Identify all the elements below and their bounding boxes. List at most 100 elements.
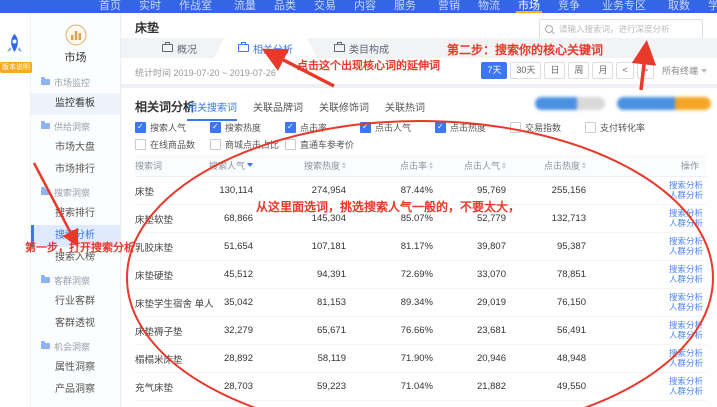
keyword-cell: 床垫软垫 xyxy=(135,212,207,226)
table-row: 乳胶床垫 51,654 107,181 81.17% 39,807 95,387… xyxy=(135,233,707,261)
metric-search-heat[interactable]: 搜索热度 xyxy=(210,121,285,134)
sidebar-group-search-insight[interactable]: 搜索洞察 xyxy=(31,181,120,203)
nav-item-market[interactable]: 市场 xyxy=(509,0,549,13)
actions-cell: 搜索分析人群分析 xyxy=(590,377,707,396)
col-keyword: 搜索词 xyxy=(135,159,207,172)
search-input[interactable] xyxy=(557,23,697,35)
crowd-analysis-link[interactable]: 人群分析 xyxy=(669,247,703,256)
sort-caret-icon xyxy=(582,162,586,169)
sidebar-group-customer-insight[interactable]: 客群洞察 xyxy=(31,269,120,291)
sort-caret-icon xyxy=(247,163,253,167)
metric-mall-click-share[interactable]: 商城点击占比 xyxy=(210,138,285,151)
tab-related-analysis[interactable]: 相关分析 xyxy=(214,38,317,58)
search-heat-cell: 58,119 xyxy=(257,353,350,364)
next-period-button[interactable]: > xyxy=(637,62,654,79)
tab-brand-words[interactable]: 关联品牌词 xyxy=(253,99,303,121)
ctr-cell: 81.17% xyxy=(350,241,437,252)
crowd-analysis-link[interactable]: 人群分析 xyxy=(669,331,703,340)
sort-caret-icon xyxy=(342,162,346,169)
sidebar-item-search-ranking[interactable]: 搜索排行 xyxy=(31,203,120,225)
nav-item-warroom[interactable]: 作战室 xyxy=(170,0,221,13)
blurred-toggle-controls xyxy=(535,97,711,110)
nav-item-competition[interactable]: 竞争 xyxy=(549,0,589,13)
ctr-cell: 71.04% xyxy=(350,381,437,392)
crowd-analysis-link[interactable]: 人群分析 xyxy=(669,275,703,284)
search-analysis-link[interactable]: 搜索分析 xyxy=(669,237,703,246)
crowd-analysis-link[interactable]: 人群分析 xyxy=(669,191,703,200)
nav-item-trade[interactable]: 交易 xyxy=(305,0,345,13)
date-7d-button[interactable]: 7天 xyxy=(481,62,507,79)
crowd-analysis-link[interactable]: 人群分析 xyxy=(669,303,703,312)
col-ctr[interactable]: 点击率 xyxy=(350,159,437,172)
sidebar-group-supply-insight[interactable]: 供给洞察 xyxy=(31,115,120,137)
nav-item-category[interactable]: 品类 xyxy=(265,0,305,13)
nav-item-bizzone[interactable]: 业务专区 xyxy=(593,0,655,13)
toggle-group-1[interactable] xyxy=(535,97,605,110)
col-click-heat[interactable]: 点击热度 xyxy=(510,159,590,172)
search-analysis-link[interactable]: 搜索分析 xyxy=(669,349,703,358)
search-analysis-link[interactable]: 搜索分析 xyxy=(669,321,703,330)
prev-period-button[interactable]: < xyxy=(616,62,633,79)
sidebar-item-market-ranking[interactable]: 市场排行 xyxy=(31,159,120,181)
sidebar-item-search-entry[interactable]: 搜索入榜 xyxy=(31,247,120,269)
tab-category-composition[interactable]: 类目构成 xyxy=(317,38,406,58)
page-title: 床垫 xyxy=(135,19,159,36)
search-analysis-link[interactable]: 搜索分析 xyxy=(669,181,703,190)
col-search-popularity[interactable]: 搜索人气 xyxy=(207,159,257,172)
metric-online-items[interactable]: 在线商品数 xyxy=(135,138,210,151)
crowd-analysis-link[interactable]: 人群分析 xyxy=(669,219,703,228)
metric-click-heat[interactable]: 点击热度 xyxy=(435,121,510,134)
date-30d-button[interactable]: 30天 xyxy=(510,62,541,79)
sidebar-item-product-insight[interactable]: 产品洞察 xyxy=(31,379,120,401)
tab-overview[interactable]: 概况 xyxy=(145,38,214,58)
metric-trade-index[interactable]: 交易指数 xyxy=(510,121,585,134)
nav-item-academy[interactable]: 学院 xyxy=(699,0,717,13)
checkbox-icon xyxy=(285,139,296,150)
search-analysis-link[interactable]: 搜索分析 xyxy=(669,209,703,218)
terminal-filter-dropdown[interactable]: 所有终端 xyxy=(662,64,707,77)
click-heat-cell: 49,550 xyxy=(510,381,590,392)
metric-ztc-ref-price[interactable]: 直通车参考价 xyxy=(285,138,360,151)
nav-item-service[interactable]: 服务 xyxy=(385,0,425,13)
date-week-button[interactable]: 周 xyxy=(568,62,589,79)
search-pop-cell: 130,114 xyxy=(207,185,257,196)
nav-item-realtime[interactable]: 实时 xyxy=(130,0,170,13)
nav-item-data[interactable]: 取数 xyxy=(659,0,699,13)
search-pop-cell: 28,703 xyxy=(207,381,257,392)
crowd-analysis-link[interactable]: 人群分析 xyxy=(669,387,703,396)
tab-hot-words[interactable]: 关联热词 xyxy=(385,99,425,121)
tab-related-search-words[interactable]: 相关搜索词 xyxy=(187,99,237,121)
sidebar-item-industry-customers[interactable]: 行业客群 xyxy=(31,291,120,313)
date-month-button[interactable]: 月 xyxy=(592,62,613,79)
table-row: 充气床垫 28,703 59,223 71.04% 21,882 49,550 … xyxy=(135,373,707,401)
col-search-heat[interactable]: 搜索热度 xyxy=(257,159,350,172)
sidebar-group-opportunity-insight[interactable]: 机会洞察 xyxy=(31,335,120,357)
search-analysis-link[interactable]: 搜索分析 xyxy=(669,265,703,274)
date-day-button[interactable]: 日 xyxy=(544,62,565,79)
col-click-popularity[interactable]: 点击人气 xyxy=(437,159,510,172)
sidebar-item-monitor-board[interactable]: 监控看板 xyxy=(31,93,120,115)
nav-item-content[interactable]: 内容 xyxy=(345,0,385,13)
nav-item-traffic[interactable]: 流量 xyxy=(225,0,265,13)
sidebar-item-attribute-insight[interactable]: 属性洞察 xyxy=(31,357,120,379)
metric-pay-conversion[interactable]: 支付转化率 xyxy=(585,121,660,134)
nav-item-home[interactable]: 首页 xyxy=(90,0,130,13)
sidebar-item-customer-profile[interactable]: 客群透视 xyxy=(31,313,120,335)
search-analysis-link[interactable]: 搜索分析 xyxy=(669,293,703,302)
checkbox-icon xyxy=(285,122,296,133)
sidebar-item-market-overview[interactable]: 市场大盘 xyxy=(31,137,120,159)
metric-ctr[interactable]: 点击率 xyxy=(285,121,360,134)
nav-item-logistics[interactable]: 物流 xyxy=(469,0,509,13)
checkbox-icon xyxy=(510,122,521,133)
metric-click-popularity[interactable]: 点击人气 xyxy=(360,121,435,134)
search-analysis-link[interactable]: 搜索分析 xyxy=(669,377,703,386)
ctr-cell: 85.07% xyxy=(350,213,437,224)
tab-modifier-words[interactable]: 关联修饰词 xyxy=(319,99,369,121)
sidebar-item-search-analysis[interactable]: 搜索分析 xyxy=(31,225,120,247)
version-badge[interactable]: 版本说明 xyxy=(0,62,32,73)
nav-item-marketing[interactable]: 营销 xyxy=(429,0,469,13)
toggle-group-2[interactable] xyxy=(617,97,711,110)
sidebar-group-market-monitor[interactable]: 市场监控 xyxy=(31,71,120,93)
crowd-analysis-link[interactable]: 人群分析 xyxy=(669,359,703,368)
metric-search-popularity[interactable]: 搜索人气 xyxy=(135,121,210,134)
